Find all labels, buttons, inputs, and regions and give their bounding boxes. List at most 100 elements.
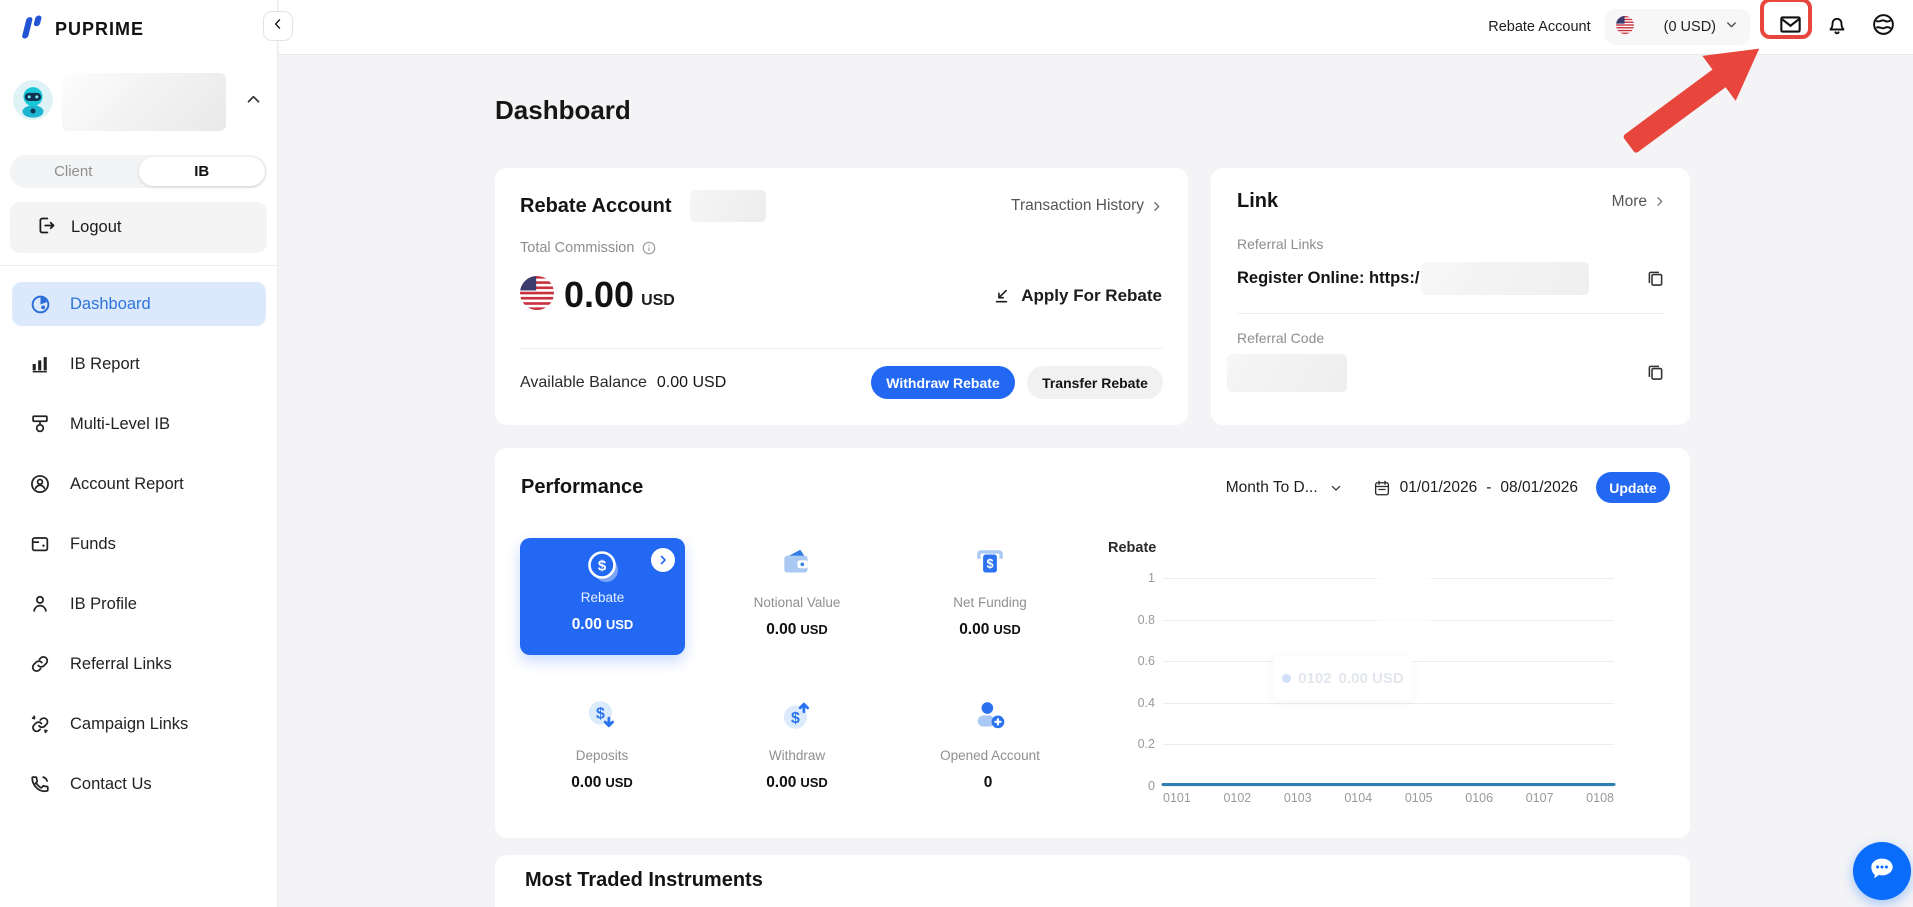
- sidebar-item-campaign-links[interactable]: Campaign Links: [12, 702, 266, 746]
- usd-flag-icon: [520, 275, 554, 315]
- metric-net-funding[interactable]: $ Net Funding 0.00 USD: [900, 543, 1080, 639]
- copy-icon: [1648, 365, 1663, 380]
- logout-icon: [36, 215, 57, 241]
- sidebar-item-referral-links[interactable]: Referral Links: [12, 642, 266, 686]
- metric-value: 0: [983, 774, 993, 791]
- calendar-icon: [1374, 480, 1389, 495]
- chevron-right-badge-icon[interactable]: [651, 548, 675, 572]
- total-commission-label: Total Commission: [520, 240, 635, 256]
- redacted-patch: [1377, 547, 1431, 631]
- sidebar-item-label: Contact Us: [70, 774, 152, 793]
- svg-text:$: $: [596, 706, 605, 723]
- period-dropdown[interactable]: Month To D...: [1226, 479, 1343, 497]
- metric-withdraw[interactable]: $ Withdraw 0.00 USD: [707, 696, 887, 792]
- logout-button[interactable]: Logout: [10, 202, 267, 253]
- dollar-down-icon: $: [512, 696, 692, 736]
- rebate-card-title: Rebate Account: [520, 194, 672, 217]
- us-flag-icon: [1615, 15, 1634, 39]
- date-range-picker[interactable]: 01/01/2026 - 08/01/2026: [1373, 479, 1578, 497]
- chevron-down-icon: [1331, 485, 1340, 491]
- sidebar-item-label: Funds: [70, 534, 116, 553]
- top-header: Rebate Account (0 USD): [279, 0, 1913, 55]
- mail-icon: [1778, 12, 1803, 42]
- apply-for-rebate-button[interactable]: Apply For Rebate: [993, 286, 1162, 306]
- sidebar-item-ib-report[interactable]: IB Report: [12, 342, 266, 386]
- metric-opened-account[interactable]: Opened Account 0: [900, 696, 1080, 792]
- robot-avatar: [12, 79, 54, 126]
- notifications-button[interactable]: [1825, 13, 1849, 42]
- metric-rebate-tile[interactable]: $ Rebate 0.00 USD: [520, 538, 685, 655]
- medal-icon: [28, 412, 52, 436]
- svg-text:$: $: [597, 558, 606, 575]
- performance-card: Performance Month To D... 01/01/2026 - 0…: [495, 448, 1690, 838]
- chart-title: Rebate: [1108, 540, 1157, 556]
- wallet-card-icon: [707, 543, 887, 583]
- sidebar-item-ib-profile[interactable]: IB Profile: [12, 582, 266, 626]
- profile-row[interactable]: [12, 72, 266, 132]
- metric-label: Opened Account: [940, 748, 1040, 763]
- bell-icon: [1825, 13, 1849, 42]
- metric-unit: USD: [800, 622, 828, 637]
- tooltip-series-dot: [1282, 673, 1292, 683]
- sidebar-item-account-report[interactable]: Account Report: [12, 462, 266, 506]
- metric-value: 0.00: [766, 621, 797, 638]
- metric-label: Deposits: [575, 748, 629, 763]
- metric-notional-value[interactable]: Notional Value 0.00 USD: [707, 543, 887, 639]
- sidebar-item-contact-us[interactable]: Contact Us: [12, 762, 266, 806]
- withdraw-rebate-button[interactable]: Withdraw Rebate: [871, 366, 1015, 399]
- chart-tooltip: 0102 0.00 USD: [1273, 655, 1413, 701]
- account-selector[interactable]: (0 USD): [1604, 9, 1750, 45]
- performance-title: Performance: [521, 476, 644, 498]
- chevron-right-icon: [1657, 197, 1663, 206]
- brand-logo: PUPRIME: [18, 12, 144, 47]
- rebate-chart: Rebate 0 0.2 0.4 0.6 0.8 1 0101 0102 0103 0104 01…: [1095, 533, 1635, 825]
- total-commission-amount: 0.00: [564, 274, 635, 315]
- account-number-redacted: [689, 190, 766, 222]
- more-link[interactable]: More: [1612, 193, 1666, 211]
- toggle-client[interactable]: Client: [10, 155, 137, 188]
- sidebar-item-dashboard[interactable]: Dashboard: [12, 282, 266, 326]
- sidebar-item-label: Multi-Level IB: [70, 414, 170, 433]
- metric-deposits[interactable]: $ Deposits 0.00 USD: [512, 696, 692, 792]
- chat-bubble-icon: [1866, 853, 1898, 890]
- brand-name: PUPRIME: [55, 19, 145, 39]
- update-button[interactable]: Update: [1596, 472, 1670, 503]
- copy-icon: [1648, 271, 1663, 286]
- sidebar-item-label: Account Report: [70, 474, 184, 493]
- mail-button[interactable]: [1760, 0, 1812, 42]
- phone-icon: [28, 772, 52, 796]
- sidebar-item-multi-level-ib[interactable]: Multi-Level IB: [12, 402, 266, 446]
- transfer-rebate-button[interactable]: Transfer Rebate: [1027, 366, 1163, 399]
- svg-text:$: $: [791, 710, 800, 727]
- date-from: 01/01/2026: [1399, 478, 1478, 496]
- transaction-history-link[interactable]: Transaction History: [1011, 197, 1163, 215]
- link-card-title: Link: [1237, 190, 1279, 212]
- sidebar-collapse-button[interactable]: [263, 11, 293, 41]
- sidebar-item-funds[interactable]: Funds: [12, 522, 266, 566]
- available-balance-value: 0.00 USD: [656, 373, 727, 391]
- chevron-up-icon[interactable]: [245, 91, 262, 113]
- copy-referral-code-button[interactable]: [1645, 362, 1666, 388]
- sidebar-item-label: Referral Links: [70, 654, 172, 673]
- rebate-account-label: Rebate Account: [1488, 19, 1591, 35]
- language-button[interactable]: [1871, 12, 1896, 42]
- metric-label: Rebate: [580, 590, 625, 605]
- puprime-ib-dashboard: PUPRIME Client IB Logout Dashboard IB Re…: [0, 0, 1913, 907]
- page-title: Dashboard: [495, 95, 631, 125]
- chart-x-axis: 0101 0102 0103 0104 0105 0106 0107 0108: [1163, 791, 1614, 805]
- rebate-account-card: Rebate Account Transaction History Total…: [495, 168, 1188, 425]
- link-icon: [28, 652, 52, 676]
- link-card: Link More Referral Links Register Online…: [1211, 168, 1690, 425]
- referral-links-label: Referral Links: [1237, 236, 1324, 252]
- live-chat-button[interactable]: [1853, 842, 1911, 900]
- svg-text:$: $: [986, 557, 993, 571]
- toggle-ib[interactable]: IB: [138, 157, 265, 186]
- wallet-icon: [28, 532, 52, 556]
- chevron-right-icon: [1154, 201, 1160, 211]
- chevron-left-icon: [271, 17, 285, 36]
- metric-value: 0.00: [959, 621, 990, 638]
- referral-url-redacted: [1421, 262, 1590, 295]
- metric-label: Withdraw: [768, 748, 826, 763]
- copy-referral-link-button[interactable]: [1645, 268, 1666, 294]
- info-icon[interactable]: [641, 240, 657, 256]
